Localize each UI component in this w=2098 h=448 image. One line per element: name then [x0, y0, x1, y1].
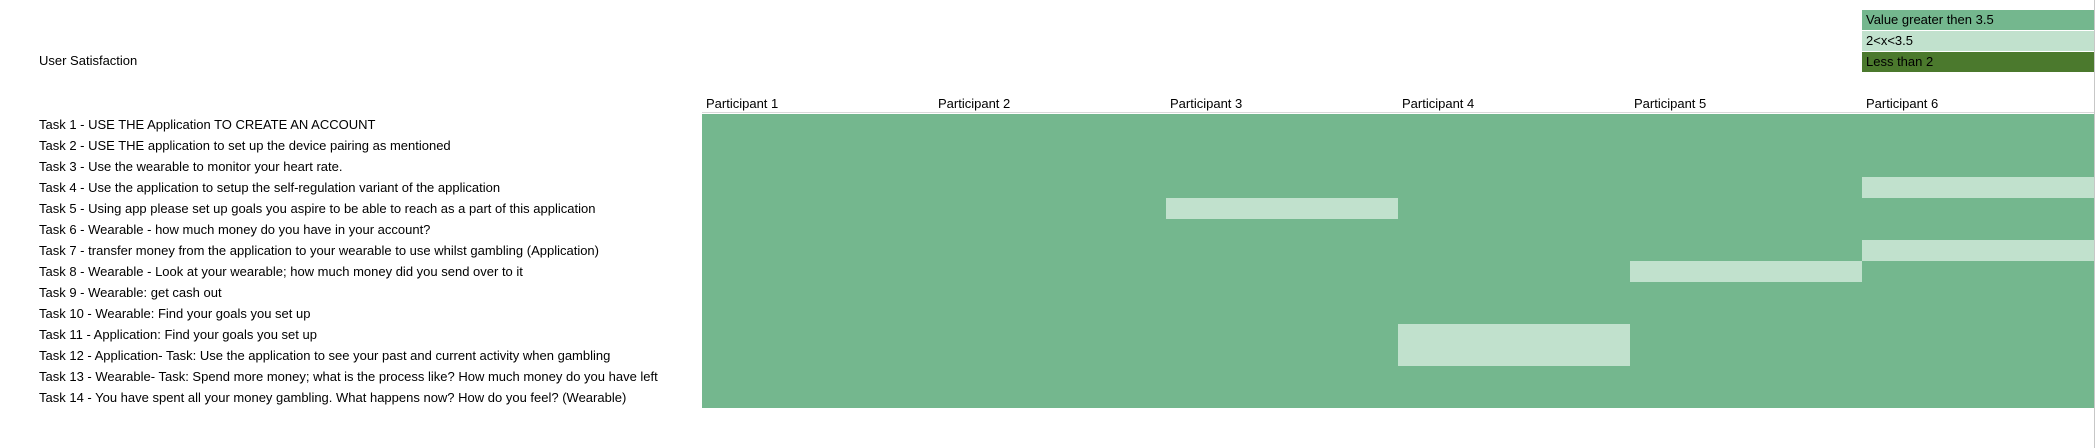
heatmap-cell [1398, 282, 1630, 303]
heatmap-cell [1862, 303, 2094, 324]
heatmap-cell [702, 156, 934, 177]
heatmap-cell [1398, 345, 1630, 366]
column-header: Participant 6 [1866, 96, 1938, 111]
column-header: Participant 2 [938, 96, 1010, 111]
heatmap-cell [1862, 177, 2094, 198]
heatmap-cell [1166, 156, 1398, 177]
heatmap-cell [1630, 324, 1862, 345]
heatmap-cell [934, 240, 1166, 261]
heatmap-cell [1862, 240, 2094, 261]
heatmap-cell [934, 282, 1166, 303]
heatmap-cell [1862, 345, 2094, 366]
column-header: Participant 3 [1170, 96, 1242, 111]
heatmap-cell [934, 219, 1166, 240]
heatmap-cell [934, 198, 1166, 219]
heatmap-cell [1398, 366, 1630, 387]
heatmap-cell [1630, 387, 1862, 408]
heatmap-cell [934, 324, 1166, 345]
heatmap-cell [934, 387, 1166, 408]
heatmap-cell [1166, 114, 1398, 135]
heatmap-cell [1630, 303, 1862, 324]
heatmap-cell [1166, 177, 1398, 198]
heatmap-cell [934, 303, 1166, 324]
heatmap-cell [1630, 135, 1862, 156]
heatmap-cell [1398, 240, 1630, 261]
heatmap-cell [1166, 198, 1398, 219]
heatmap-cell [1630, 177, 1862, 198]
column-header: Participant 1 [706, 96, 778, 111]
heatmap-cell [934, 156, 1166, 177]
heatmap-cell [1166, 387, 1398, 408]
heatmap-cell [1166, 324, 1398, 345]
heatmap-cell [702, 135, 934, 156]
column-header: Participant 5 [1634, 96, 1706, 111]
heatmap-cell [702, 366, 934, 387]
heatmap-cell [1398, 198, 1630, 219]
heatmap-cell [1166, 219, 1398, 240]
heatmap-cell [1862, 156, 2094, 177]
heatmap-cell [1398, 219, 1630, 240]
heatmap-cell [1630, 261, 1862, 282]
heatmap-cell [1166, 366, 1398, 387]
heatmap-cell [1630, 198, 1862, 219]
heatmap-cell [1166, 135, 1398, 156]
heatmap-cell [702, 303, 934, 324]
heatmap-cell [1862, 366, 2094, 387]
heatmap-cell [702, 240, 934, 261]
heatmap-cell [1398, 261, 1630, 282]
heatmap-cell [934, 135, 1166, 156]
heatmap-cell [702, 219, 934, 240]
heatmap-cell [702, 345, 934, 366]
sheet-right-border [2094, 0, 2095, 448]
heatmap-cell [1862, 324, 2094, 345]
heatmap-cell [1630, 345, 1862, 366]
heatmap-cell [1630, 114, 1862, 135]
heatmap-cell [1862, 282, 2094, 303]
heatmap-cell [934, 177, 1166, 198]
heatmap-cell [702, 387, 934, 408]
heatmap-cell [702, 177, 934, 198]
heatmap-cell [1630, 156, 1862, 177]
heatmap-cell [702, 324, 934, 345]
heatmap-chart: Participant 1 Participant 2 Participant 3 P… [702, 96, 2094, 408]
heatmap-cell [1862, 114, 2094, 135]
heatmap-cell [1398, 114, 1630, 135]
heatmap-cell [1398, 387, 1630, 408]
heatmap-cell [1862, 387, 2094, 408]
heatmap-cell [1630, 366, 1862, 387]
heatmap-cell [1862, 219, 2094, 240]
heatmap-cell [702, 114, 934, 135]
heatmap-cell [934, 261, 1166, 282]
heatmap-cell [1166, 303, 1398, 324]
heatmap-cell [1630, 240, 1862, 261]
heatmap-cell [702, 282, 934, 303]
heatmap-cell [934, 345, 1166, 366]
column-header: Participant 4 [1402, 96, 1474, 111]
heatmap-cell [1166, 261, 1398, 282]
heatmap-cell [1398, 156, 1630, 177]
heatmap-cell [1630, 219, 1862, 240]
heatmap-cell [1398, 303, 1630, 324]
heatmap-cell [1166, 345, 1398, 366]
heatmap-cell [1398, 177, 1630, 198]
heatmap-cell [934, 366, 1166, 387]
heatmap-cell [1398, 324, 1630, 345]
heatmap-cell [934, 114, 1166, 135]
heatmap-cell [1862, 198, 2094, 219]
heatmap-cell [1166, 282, 1398, 303]
heatmap-cell [1862, 135, 2094, 156]
heatmap-cell [1166, 240, 1398, 261]
heatmap-cell [1398, 135, 1630, 156]
heatmap-cell [1630, 282, 1862, 303]
heatmap-cell [1862, 261, 2094, 282]
heatmap-cell [702, 198, 934, 219]
heatmap-cell [702, 261, 934, 282]
